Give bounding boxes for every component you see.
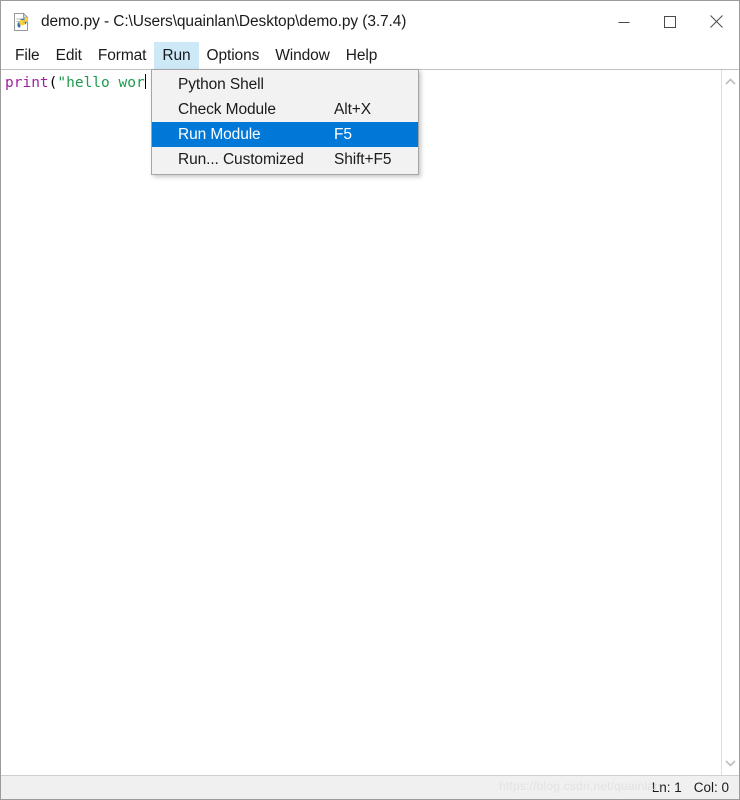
title-bar: demo.py - C:\Users\quainlan\Desktop\demo…: [1, 1, 739, 42]
close-button[interactable]: [693, 1, 739, 42]
menu-item-check-module-accelerator: Alt+X: [334, 100, 371, 118]
menu-window-label: Window: [275, 46, 330, 64]
menu-run-label: Run: [162, 46, 191, 64]
minimize-button[interactable]: [601, 1, 647, 42]
menu-item-python-shell-label: Python Shell: [178, 75, 264, 93]
status-bar: https://blog.csdn.net/quainlan Ln: 1 Col…: [1, 775, 739, 799]
code-text-area[interactable]: print("hello wor: [1, 70, 721, 775]
menu-item-run-module-accelerator: F5: [334, 125, 352, 143]
menu-bar: File Edit Format Run Options Window Help: [1, 42, 739, 69]
menu-file-label: File: [15, 46, 40, 64]
idle-editor-window: demo.py - C:\Users\quainlan\Desktop\demo…: [0, 0, 740, 800]
text-caret: [144, 74, 146, 89]
watermark-text: https://blog.csdn.net/quainlan: [499, 779, 662, 793]
run-menu-dropdown: Python Shell Check Module Alt+X Run Modu…: [151, 69, 419, 175]
maximize-button[interactable]: [647, 1, 693, 42]
chevron-down-icon[interactable]: [722, 754, 740, 772]
menu-options[interactable]: Options: [199, 42, 268, 69]
window-controls: [601, 1, 739, 42]
vertical-scrollbar[interactable]: [721, 70, 739, 775]
menu-help[interactable]: Help: [338, 42, 385, 69]
menu-edit-label: Edit: [55, 46, 82, 64]
chevron-up-icon[interactable]: [722, 73, 740, 91]
menu-help-label: Help: [345, 46, 378, 64]
menu-window[interactable]: Window: [267, 42, 338, 69]
code-token-keyword: print: [5, 75, 49, 91]
menu-format[interactable]: Format: [90, 42, 155, 69]
menu-item-run-module-label: Run Module: [178, 125, 261, 143]
menu-item-run-customized[interactable]: Run... Customized Shift+F5: [152, 147, 418, 172]
python-file-icon: [12, 11, 32, 32]
menu-item-run-customized-accelerator: Shift+F5: [334, 150, 392, 168]
menu-item-python-shell[interactable]: Python Shell: [152, 72, 418, 97]
menu-edit[interactable]: Edit: [48, 42, 90, 69]
menu-file[interactable]: File: [7, 42, 48, 69]
menu-run[interactable]: Run: [154, 42, 199, 69]
scrollbar-track[interactable]: [722, 91, 739, 754]
menu-item-check-module-label: Check Module: [178, 100, 276, 118]
menu-item-check-module[interactable]: Check Module Alt+X: [152, 97, 418, 122]
menu-item-run-customized-label: Run... Customized: [178, 150, 304, 168]
window-title: demo.py - C:\Users\quainlan\Desktop\demo…: [41, 12, 407, 30]
menu-options-label: Options: [206, 46, 260, 64]
menu-format-label: Format: [97, 46, 147, 64]
code-token-string: "hello wor: [57, 75, 145, 91]
menu-item-run-module[interactable]: Run Module F5: [152, 122, 418, 147]
status-column-indicator: Col: 0: [693, 780, 729, 795]
